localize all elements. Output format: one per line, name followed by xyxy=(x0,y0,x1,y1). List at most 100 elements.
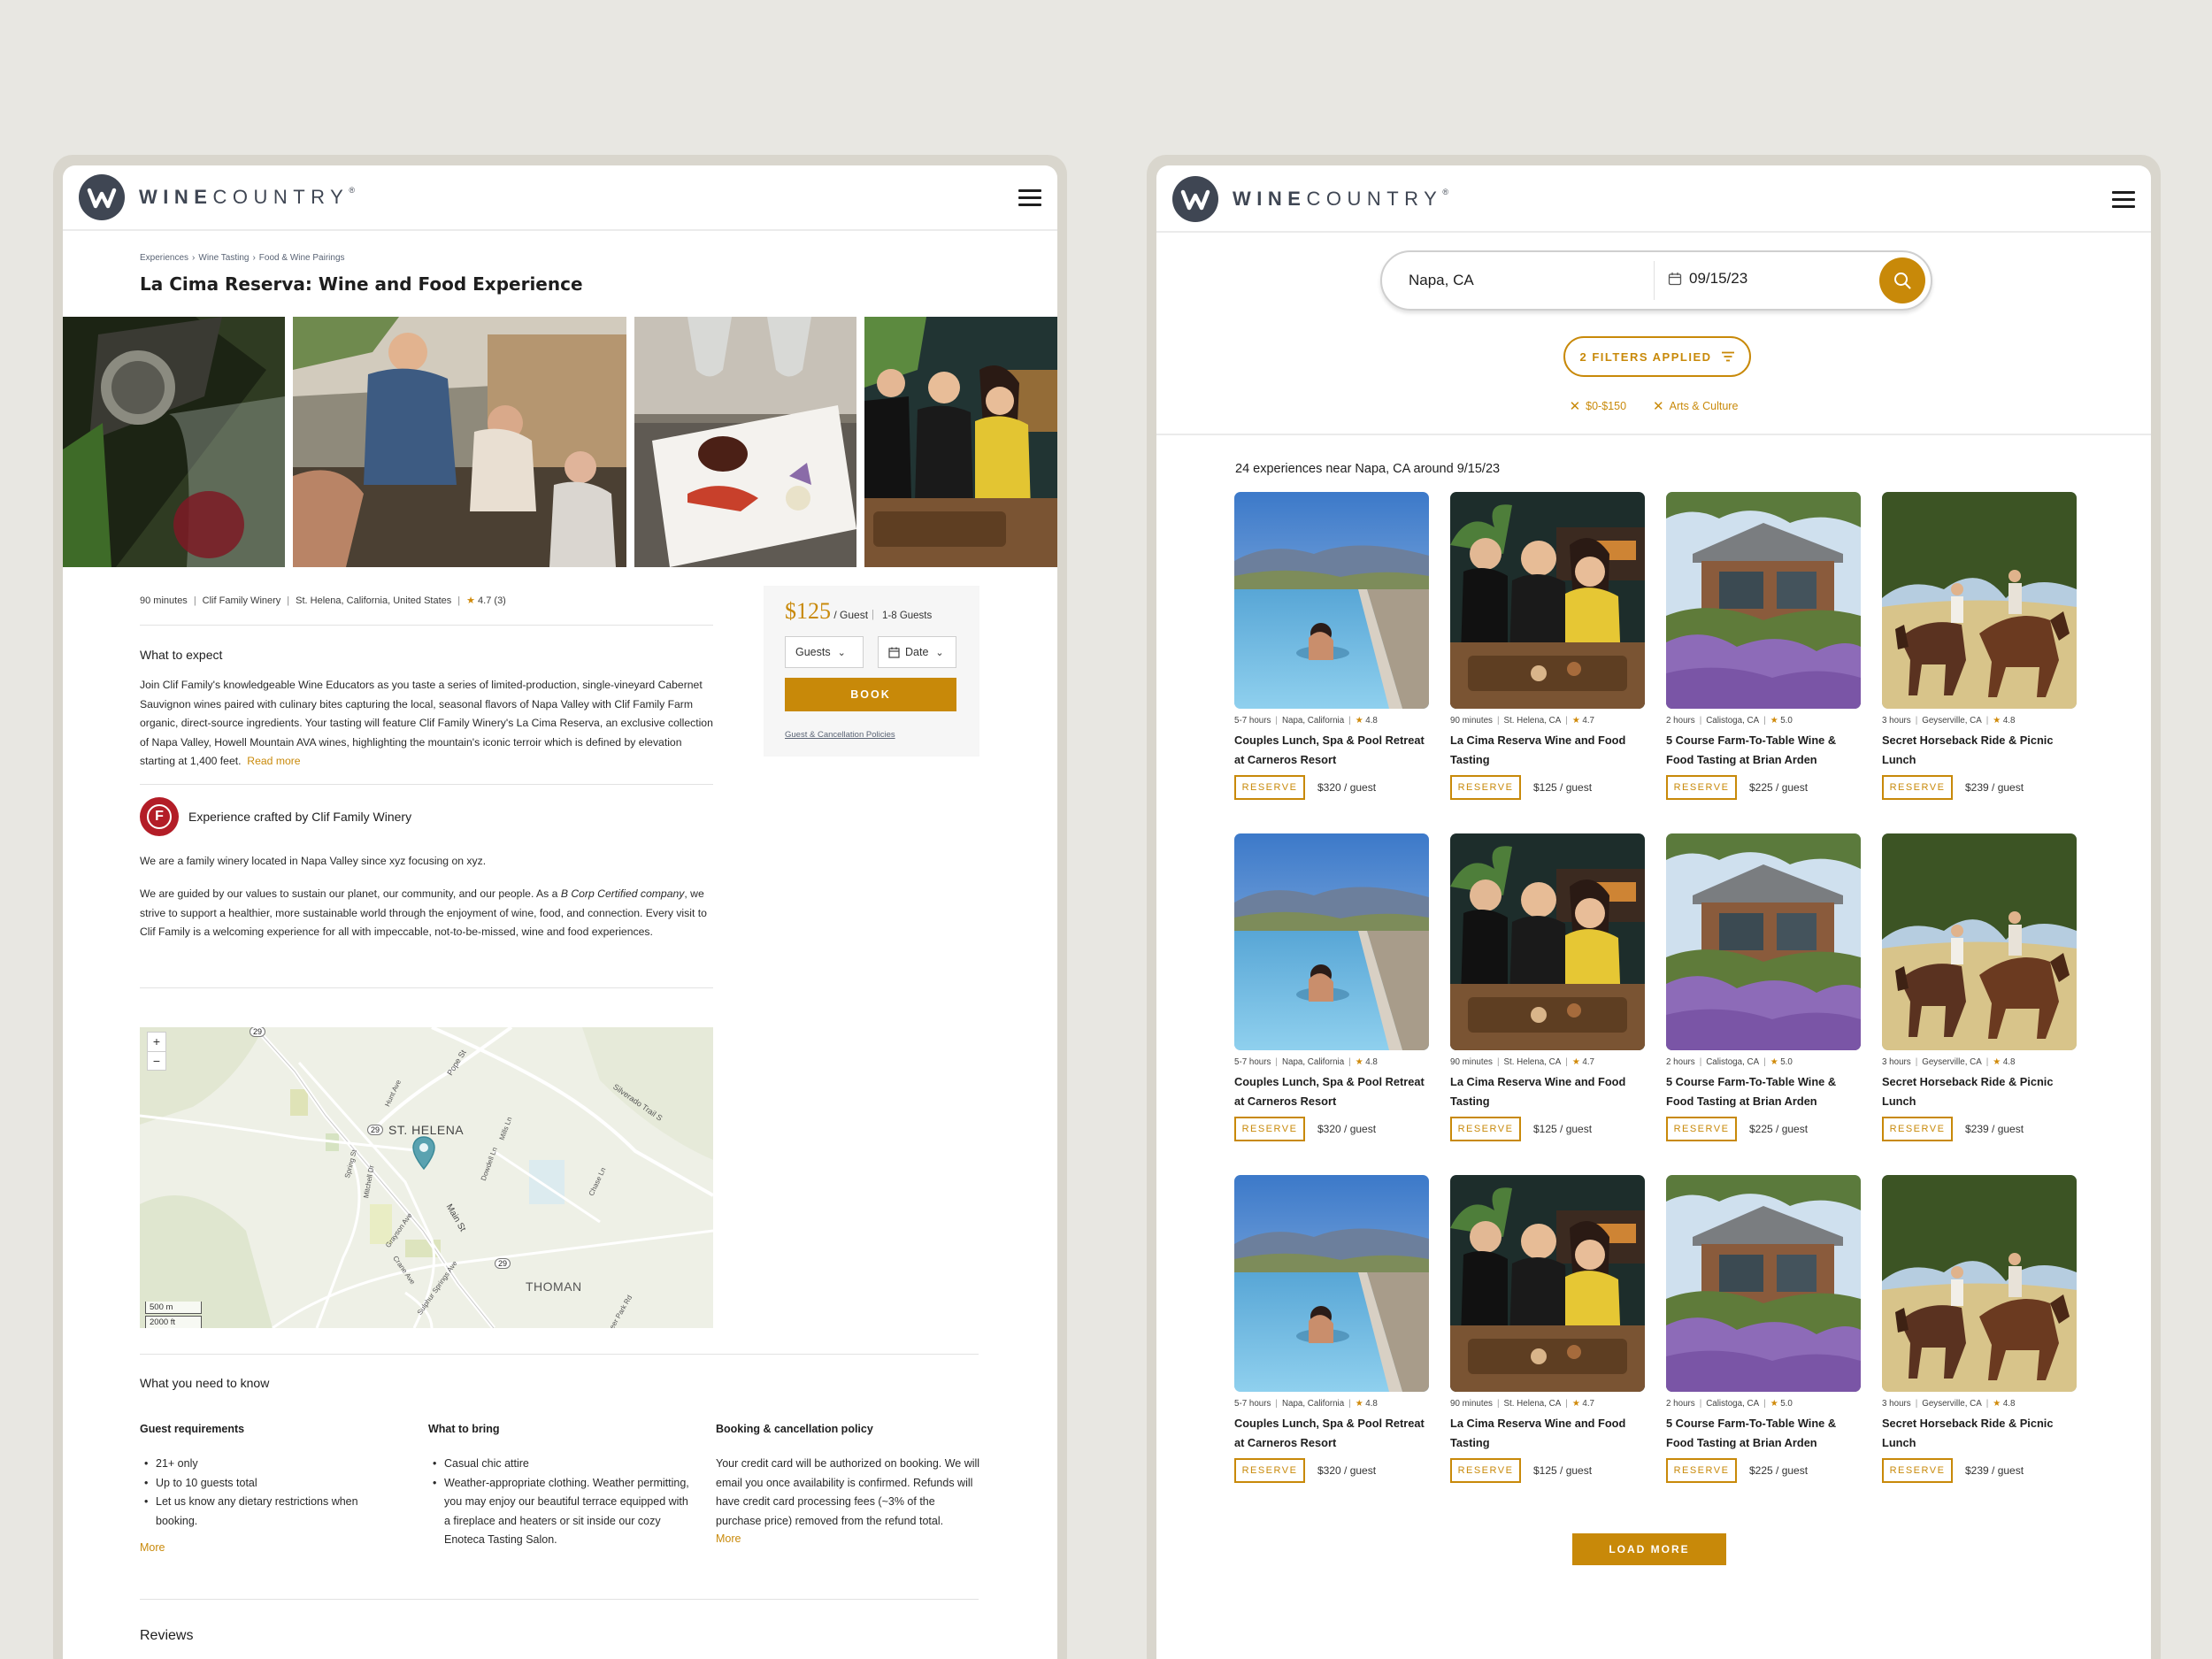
card-title[interactable]: Secret Horseback Ride & Picnic Lunch xyxy=(1882,1414,2077,1453)
experience-photo[interactable] xyxy=(1882,492,2077,709)
star-icon: ★ xyxy=(1571,716,1580,726)
cancellation-policy-link[interactable]: Guest & Cancellation Policies xyxy=(785,730,895,740)
reserve-button[interactable]: RESERVE xyxy=(1666,1458,1737,1483)
card-location: Napa, California xyxy=(1281,716,1345,726)
card-title[interactable]: La Cima Reserva Wine and Food Tasting xyxy=(1450,731,1645,770)
reserve-button[interactable]: RESERVE xyxy=(1666,775,1737,800)
date-field[interactable]: 09/15/23 xyxy=(1668,270,1747,288)
read-more-link[interactable]: Read more xyxy=(247,755,300,767)
meta-review-count[interactable]: (3) xyxy=(494,595,505,606)
breadcrumb-wine-tasting[interactable]: Wine Tasting xyxy=(198,253,249,263)
experience-card[interactable]: 90 minutes | St. Helena, CA | ★ 4.7 La Cima R… xyxy=(1450,833,1645,1141)
card-duration: 2 hours xyxy=(1666,1057,1695,1067)
breadcrumb-experiences[interactable]: Experiences xyxy=(140,253,188,263)
experience-photo[interactable] xyxy=(1666,1175,1861,1392)
card-duration: 2 hours xyxy=(1666,1399,1695,1409)
guest-requirements: Guest requirements 21+ only Up to 10 gue… xyxy=(140,1423,405,1555)
card-rating: 5.0 xyxy=(1780,1057,1793,1067)
card-title[interactable]: Couples Lunch, Spa & Pool Retreat at Car… xyxy=(1234,1414,1429,1453)
photo-gallery[interactable] xyxy=(63,317,1057,567)
route-shield: 29 xyxy=(367,1125,384,1135)
experience-photo[interactable] xyxy=(1666,833,1861,1050)
location-map[interactable]: + − 29 29 29 ST. HELENA THOMAN Pope St S… xyxy=(140,1027,713,1328)
site-header: WINECOUNTRY® xyxy=(1156,165,2151,233)
guest-req-more-link[interactable]: More xyxy=(140,1541,165,1554)
experience-photo[interactable] xyxy=(1234,492,1429,709)
experience-card[interactable]: 5-7 hours | Napa, California | ★ 4.8 Couples … xyxy=(1234,492,1429,800)
zoom-in-button[interactable]: + xyxy=(148,1033,165,1051)
filters-button[interactable]: 2 FILTERS APPLIED xyxy=(1563,336,1751,377)
reserve-button[interactable]: RESERVE xyxy=(1882,1458,1953,1483)
reserve-button[interactable]: RESERVE xyxy=(1234,1117,1305,1141)
filter-chip-price[interactable]: ✕ $0-$150 xyxy=(1570,398,1626,414)
policy-more-link[interactable]: More xyxy=(716,1532,741,1545)
gallery-photo-guests[interactable] xyxy=(864,317,1057,567)
experience-card[interactable]: 3 hours | Geyserville, CA | ★ 4.8 Secret Hors… xyxy=(1882,833,2077,1141)
card-title[interactable]: La Cima Reserva Wine and Food Tasting xyxy=(1450,1072,1645,1111)
experience-photo[interactable] xyxy=(1666,492,1861,709)
experience-card[interactable]: 3 hours | Geyserville, CA | ★ 4.8 Secret Hors… xyxy=(1882,1175,2077,1483)
experience-card[interactable]: 90 minutes | St. Helena, CA | ★ 4.7 La Cima R… xyxy=(1450,1175,1645,1483)
experience-card[interactable]: 90 minutes | St. Helena, CA | ★ 4.7 La Cima R… xyxy=(1450,492,1645,800)
experience-card[interactable]: 5-7 hours | Napa, California | ★ 4.8 Couples … xyxy=(1234,1175,1429,1483)
card-title[interactable]: 5 Course Farm-To-Table Wine & Food Tasti… xyxy=(1666,731,1861,770)
star-icon: ★ xyxy=(1571,1057,1580,1067)
book-button[interactable]: BOOK xyxy=(785,678,956,711)
experience-photo[interactable] xyxy=(1450,1175,1645,1392)
hamburger-menu-icon[interactable] xyxy=(1018,189,1041,209)
gallery-photo-wine-pour[interactable] xyxy=(63,317,285,567)
date-dropdown[interactable]: Date ⌄ xyxy=(878,636,956,668)
reserve-button[interactable]: RESERVE xyxy=(1882,775,1953,800)
reserve-button[interactable]: RESERVE xyxy=(1450,1117,1521,1141)
card-title[interactable]: Secret Horseback Ride & Picnic Lunch xyxy=(1882,1072,2077,1111)
map-pin-icon[interactable] xyxy=(411,1135,436,1171)
divider xyxy=(1156,434,2151,435)
logo[interactable]: WINECOUNTRY® xyxy=(1172,176,1448,222)
card-duration: 90 minutes xyxy=(1450,1057,1493,1067)
experience-card[interactable]: 2 hours | Calistoga, CA | ★ 5.0 5 Course Farm… xyxy=(1666,492,1861,800)
experience-photo[interactable] xyxy=(1882,1175,2077,1392)
guests-dropdown[interactable]: Guests ⌄ xyxy=(785,636,864,668)
card-meta: 5-7 hours | Napa, California | ★ 4.8 xyxy=(1234,1057,1378,1067)
star-icon: ★ xyxy=(1770,1399,1778,1409)
experience-card[interactable]: 5-7 hours | Napa, California | ★ 4.8 Couples … xyxy=(1234,833,1429,1141)
experience-photo[interactable] xyxy=(1450,492,1645,709)
search-button[interactable] xyxy=(1879,257,1925,303)
logo[interactable]: WINECOUNTRY® xyxy=(79,174,355,220)
location-input[interactable] xyxy=(1409,268,1630,293)
reserve-button[interactable]: RESERVE xyxy=(1450,1458,1521,1483)
reserve-button[interactable]: RESERVE xyxy=(1234,1458,1305,1483)
experience-photo[interactable] xyxy=(1882,833,2077,1050)
card-title[interactable]: 5 Course Farm-To-Table Wine & Food Tasti… xyxy=(1666,1072,1861,1111)
card-title[interactable]: Couples Lunch, Spa & Pool Retreat at Car… xyxy=(1234,1072,1429,1111)
gallery-photo-host[interactable] xyxy=(293,317,626,567)
experience-photo[interactable] xyxy=(1234,1175,1429,1392)
load-more-button[interactable]: LOAD MORE xyxy=(1572,1533,1726,1565)
card-location: St. Helena, CA xyxy=(1503,716,1562,726)
card-title[interactable]: Couples Lunch, Spa & Pool Retreat at Car… xyxy=(1234,731,1429,770)
card-location: Calistoga, CA xyxy=(1706,716,1760,726)
card-title[interactable]: La Cima Reserva Wine and Food Tasting xyxy=(1450,1414,1645,1453)
zoom-out-button[interactable]: − xyxy=(148,1051,165,1070)
experience-card[interactable]: 3 hours | Geyserville, CA | ★ 4.8 Secret Hors… xyxy=(1882,492,2077,800)
card-price: $125 / guest xyxy=(1533,1464,1593,1477)
filter-chip-category[interactable]: ✕ Arts & Culture xyxy=(1653,398,1738,414)
experience-card[interactable]: 2 hours | Calistoga, CA | ★ 5.0 5 Course Farm… xyxy=(1666,833,1861,1141)
site-header: WINECOUNTRY® xyxy=(63,165,1057,231)
experience-photo[interactable] xyxy=(1450,833,1645,1050)
meta-winery[interactable]: Clif Family Winery xyxy=(203,595,281,606)
star-icon: ★ xyxy=(1571,1399,1580,1409)
reserve-button[interactable]: RESERVE xyxy=(1234,775,1305,800)
breadcrumb-food-wine[interactable]: Food & Wine Pairings xyxy=(259,253,345,263)
experience-card[interactable]: 2 hours | Calistoga, CA | ★ 5.0 5 Course Farm… xyxy=(1666,1175,1861,1483)
gallery-photo-plate[interactable] xyxy=(634,317,856,567)
reserve-button[interactable]: RESERVE xyxy=(1450,775,1521,800)
booking-widget: $125 / Guest | 1-8 Guests Guests ⌄ Date ⌄ B… xyxy=(764,586,979,757)
hamburger-menu-icon[interactable] xyxy=(2112,191,2135,211)
card-title[interactable]: Secret Horseback Ride & Picnic Lunch xyxy=(1882,731,2077,770)
experience-photo[interactable] xyxy=(1234,833,1429,1050)
card-title[interactable]: 5 Course Farm-To-Table Wine & Food Tasti… xyxy=(1666,1414,1861,1453)
reserve-button[interactable]: RESERVE xyxy=(1666,1117,1737,1141)
reserve-button[interactable]: RESERVE xyxy=(1882,1117,1953,1141)
detail-screen: WINECOUNTRY® Experiences › Wine Tasting › Fo… xyxy=(63,165,1057,1659)
